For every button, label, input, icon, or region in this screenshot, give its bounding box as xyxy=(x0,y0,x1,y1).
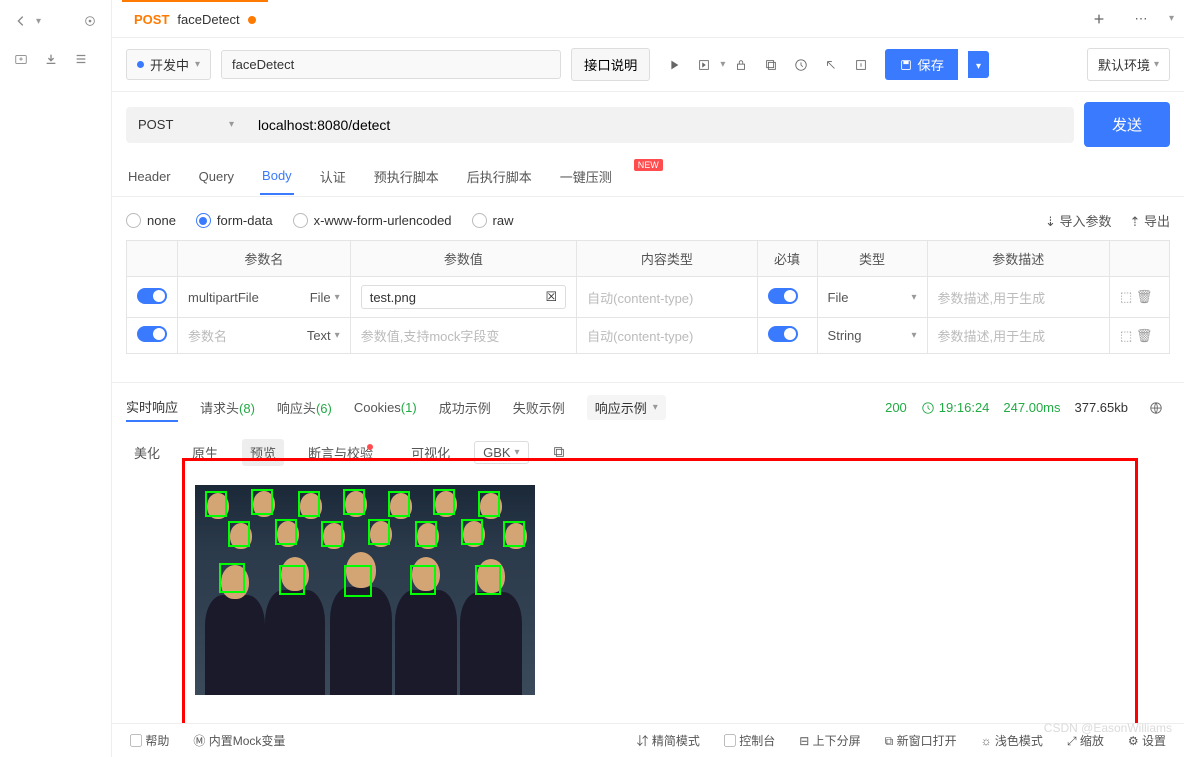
col-required: 必填 xyxy=(757,241,817,277)
response-time: 19:16:24 xyxy=(921,400,990,415)
back-icon[interactable] xyxy=(14,14,28,28)
desc-cell[interactable]: 参数描述,用于生成 xyxy=(927,277,1109,318)
help-button[interactable]: ▢ 帮助 xyxy=(130,732,169,749)
tab-body[interactable]: Body xyxy=(260,158,294,195)
col-contenttype: 内容类型 xyxy=(577,241,757,277)
history-icon[interactable] xyxy=(787,51,815,79)
required-switch[interactable] xyxy=(768,288,798,304)
resp-tab-respheaders[interactable]: 响应头(6) xyxy=(277,394,332,421)
enable-switch[interactable] xyxy=(137,326,167,342)
tab-pressure[interactable]: 一键压测 xyxy=(558,157,614,196)
resp-tab-fail[interactable]: 失败示例 xyxy=(513,394,565,421)
env-select[interactable]: 默认环境▾ xyxy=(1087,48,1170,81)
run-icon[interactable] xyxy=(660,51,688,79)
col-desc: 参数描述 xyxy=(927,241,1109,277)
watermark: CSDN @EasonWilliams xyxy=(1044,721,1172,735)
col-value: 参数值 xyxy=(350,241,576,277)
api-name-input[interactable]: faceDetect xyxy=(221,50,561,79)
import-params-button[interactable]: ⇣ 导入参数 xyxy=(1045,211,1112,230)
radio-raw[interactable]: raw xyxy=(472,213,514,228)
delete-icon[interactable]: 🗑 xyxy=(1136,328,1153,343)
param-name[interactable]: 参数名 xyxy=(188,326,227,345)
status-label: 开发中 xyxy=(150,55,189,74)
face-detect-result-image xyxy=(195,485,535,695)
url-input[interactable] xyxy=(246,107,1074,143)
type-select[interactable]: File▾ xyxy=(828,290,917,305)
status-dot-icon xyxy=(137,61,144,68)
value-cell[interactable]: 参数值,支持mock字段变 xyxy=(350,318,576,354)
table-row: 参数名Text▾ 参数值,支持mock字段变 自动(content-type) … xyxy=(127,318,1170,354)
status-code: 200 xyxy=(885,400,907,415)
cube-icon[interactable]: ⬚ xyxy=(1120,328,1132,343)
response-duration: 247.00ms xyxy=(1003,400,1060,415)
api-desc-button[interactable]: 接口说明 xyxy=(571,48,650,81)
globe-icon[interactable] xyxy=(1142,394,1170,422)
file-input[interactable]: test.png☒ xyxy=(361,285,566,309)
newwindow-button[interactable]: ⧉ 新窗口打开 xyxy=(885,732,957,749)
col-type: 类型 xyxy=(817,241,927,277)
required-switch[interactable] xyxy=(768,326,798,342)
more-icon[interactable]: ⋯ xyxy=(1127,5,1155,33)
resp-tab-reqheaders[interactable]: 请求头(8) xyxy=(200,394,255,421)
list-icon[interactable] xyxy=(74,52,88,66)
unsaved-dot-icon xyxy=(248,16,256,24)
desc-cell[interactable]: 参数描述,用于生成 xyxy=(927,318,1109,354)
save-button[interactable]: 保存 xyxy=(885,49,958,80)
example-select[interactable]: 响应示例▾ xyxy=(587,395,666,420)
console-button[interactable]: ▢ 控制台 xyxy=(724,732,775,749)
type-select[interactable]: String▾ xyxy=(828,328,917,343)
step-icon[interactable] xyxy=(690,51,718,79)
compact-button[interactable]: ⇵ 精简模式 xyxy=(637,732,700,749)
radio-urlencoded[interactable]: x-www-form-urlencoded xyxy=(293,213,452,228)
method-select[interactable]: POST▾ xyxy=(126,107,246,143)
rail-dropdown[interactable]: ▾ xyxy=(36,16,41,27)
enable-switch[interactable] xyxy=(137,288,167,304)
status-select[interactable]: 开发中 ▾ xyxy=(126,49,211,80)
share-icon[interactable] xyxy=(817,51,845,79)
folder-plus-icon[interactable] xyxy=(14,52,28,66)
tabs-dropdown[interactable]: ▾ xyxy=(1169,13,1174,24)
save-dropdown[interactable]: ▾ xyxy=(968,51,989,78)
cube-icon[interactable]: ⬚ xyxy=(1120,289,1132,304)
tab-postscript[interactable]: 后执行脚本 xyxy=(465,157,534,196)
api-tab[interactable]: POST faceDetect xyxy=(122,0,268,37)
delete-icon[interactable]: 🗑 xyxy=(1136,289,1153,304)
resp-tab-cookies[interactable]: Cookies(1) xyxy=(354,396,417,419)
resp-tab-success[interactable]: 成功示例 xyxy=(439,394,491,421)
lock-icon[interactable] xyxy=(727,51,755,79)
mock-button[interactable]: Ⓜ 内置Mock变量 xyxy=(193,732,285,749)
response-size: 377.65kb xyxy=(1075,400,1129,415)
radio-formdata[interactable]: form-data xyxy=(196,213,273,228)
split-button[interactable]: ⊟ 上下分屏 xyxy=(799,732,860,749)
tab-method: POST xyxy=(134,12,169,27)
contenttype-cell[interactable]: 自动(content-type) xyxy=(577,277,757,318)
tab-auth[interactable]: 认证 xyxy=(318,157,348,196)
clear-icon[interactable]: ☒ xyxy=(546,289,558,305)
copy-icon[interactable] xyxy=(757,51,785,79)
add-tab-icon[interactable] xyxy=(1085,5,1113,33)
tab-header[interactable]: Header xyxy=(126,159,173,194)
target-icon[interactable] xyxy=(83,14,97,28)
param-name[interactable]: multipartFile xyxy=(188,290,259,305)
export-icon[interactable] xyxy=(847,51,875,79)
theme-button[interactable]: ☼ 浅色模式 xyxy=(981,732,1043,749)
view-beautify[interactable]: 美化 xyxy=(126,439,168,466)
resp-tab-realtime[interactable]: 实时响应 xyxy=(126,393,178,422)
download-icon[interactable] xyxy=(44,52,58,66)
export-params-button[interactable]: ⇡ 导出 xyxy=(1129,211,1170,230)
contenttype-cell[interactable]: 自动(content-type) xyxy=(577,318,757,354)
send-button[interactable]: 发送 xyxy=(1084,102,1170,147)
col-name: 参数名 xyxy=(178,241,351,277)
tab-prescript[interactable]: 预执行脚本 xyxy=(372,157,441,196)
response-preview-highlight xyxy=(182,458,1138,728)
table-row: multipartFile File▾ test.png☒ 自动(content-… xyxy=(127,277,1170,318)
radio-none[interactable]: none xyxy=(126,213,176,228)
params-table: 参数名 参数值 内容类型 必填 类型 参数描述 multipartFile Fil… xyxy=(126,240,1170,354)
tab-name: faceDetect xyxy=(177,12,239,27)
new-badge: NEW xyxy=(634,159,663,171)
tab-query[interactable]: Query xyxy=(197,159,236,194)
